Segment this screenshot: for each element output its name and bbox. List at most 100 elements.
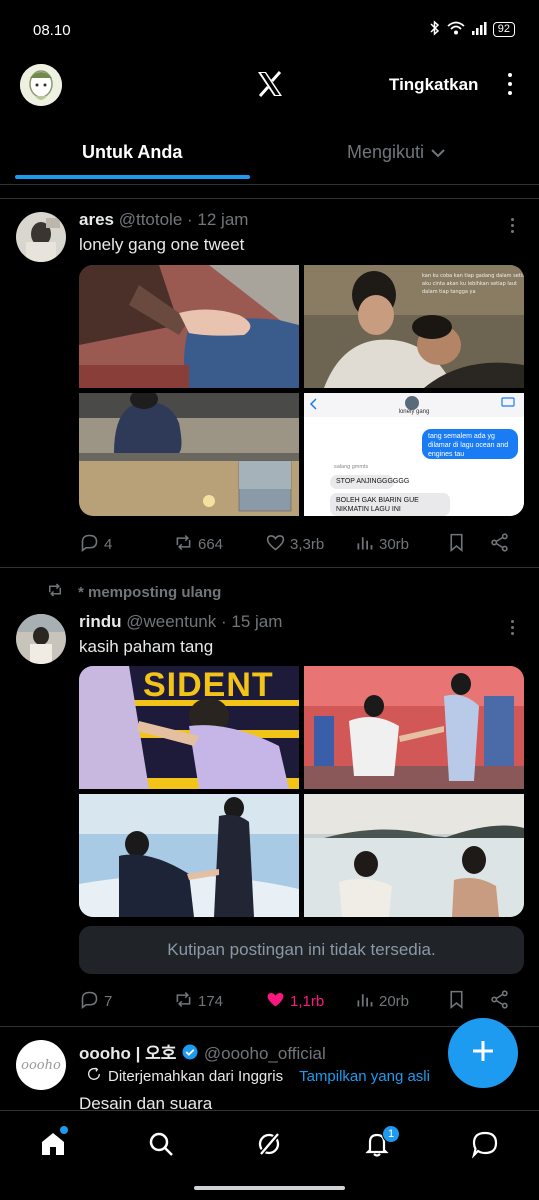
profile-avatar[interactable] xyxy=(20,64,62,106)
post-text: Desain dan suara xyxy=(79,1094,213,1110)
like-count: 3,3rb xyxy=(290,536,325,553)
status-bar: 08.10 92 xyxy=(0,0,539,60)
tab-for-you[interactable]: Untuk Anda xyxy=(82,142,182,163)
translate-icon xyxy=(86,1066,102,1086)
repost-button[interactable]: 664 xyxy=(173,532,223,557)
x-logo-icon xyxy=(254,68,286,100)
media-image[interactable] xyxy=(79,393,299,516)
media-image[interactable] xyxy=(304,794,524,917)
reply-icon xyxy=(79,532,100,557)
translated-label: Diterjemahkan dari Inggris xyxy=(108,1067,284,1085)
nav-grok[interactable] xyxy=(254,1129,284,1159)
tab-following[interactable]: Mengikuti xyxy=(347,142,446,163)
chat-contact-name: lonely gang xyxy=(398,409,430,415)
translation-row: Diterjemahkan dari Inggris Tampilkan yan… xyxy=(86,1066,430,1086)
svg-text:aku cinta akan ku lebihkan set: aku cinta akan ku lebihkan setiap laut xyxy=(422,281,517,287)
divider xyxy=(0,184,539,185)
system-home-indicator[interactable] xyxy=(194,1186,345,1190)
status-time: 08.10 xyxy=(33,22,71,39)
post-actions: 7 174 1,1rb 20rb xyxy=(79,989,519,1013)
avatar[interactable]: oooho xyxy=(16,1040,66,1090)
nav-messages[interactable] xyxy=(470,1129,500,1159)
user-handle[interactable]: @weentunk xyxy=(126,612,216,631)
post-more-icon[interactable] xyxy=(511,620,515,635)
user-handle[interactable]: @ttotole xyxy=(119,210,183,229)
views-button[interactable]: 30rb xyxy=(354,532,409,557)
bluetooth-icon xyxy=(429,20,441,39)
media-image[interactable] xyxy=(79,794,299,917)
share-button[interactable] xyxy=(489,989,510,1014)
nav-home[interactable] xyxy=(38,1126,68,1159)
chat-incoming-message: BOLEH GAK BIARIN GUE NIKMATIN LAGU INI xyxy=(336,497,419,513)
post-rindu[interactable]: * memposting ulang rindu @weentunk · 15 … xyxy=(0,568,539,1026)
repost-label[interactable]: * memposting ulang xyxy=(78,584,221,601)
reply-icon xyxy=(79,989,100,1014)
display-name[interactable]: oooho | 오호 xyxy=(79,1044,176,1063)
chat-sender-name: salang gmmts xyxy=(334,464,369,470)
media-grid: kan ku coba kan tiap gadang dalam setiap… xyxy=(79,265,524,516)
media-image[interactable] xyxy=(304,666,524,789)
post-more-icon[interactable] xyxy=(511,218,515,233)
repost-icon xyxy=(173,989,194,1014)
media-grid: SIDENT xyxy=(79,666,524,917)
post-ares[interactable]: ares @ttotole · 12 jam lonely gang one t… xyxy=(0,198,539,566)
views-chart-icon xyxy=(354,532,375,557)
media-image[interactable]: SIDENT xyxy=(79,666,299,789)
heart-filled-icon xyxy=(265,989,286,1014)
share-button[interactable] xyxy=(489,532,510,557)
display-name[interactable]: rindu xyxy=(79,612,122,631)
search-icon xyxy=(146,1132,176,1163)
repost-icon xyxy=(46,581,64,603)
repost-button[interactable]: 174 xyxy=(173,989,223,1014)
plus-icon xyxy=(470,1038,496,1069)
bookmark-button[interactable] xyxy=(446,989,467,1014)
post-text: kasih paham tang xyxy=(79,637,214,656)
post-header: rindu @weentunk · 15 jam xyxy=(79,612,282,632)
verified-badge-icon xyxy=(181,1043,199,1066)
post-time: · 15 jam xyxy=(221,612,283,631)
bookmark-button[interactable] xyxy=(446,532,467,557)
display-name[interactable]: ares xyxy=(79,210,114,229)
bell-icon xyxy=(362,1133,392,1163)
timeline-tabs: Untuk Anda Mengikuti xyxy=(0,128,539,180)
upgrade-button[interactable]: Tingkatkan xyxy=(389,75,478,95)
more-options-icon[interactable] xyxy=(503,70,517,98)
chat-bubble-icon xyxy=(470,1131,500,1163)
quote-unavailable-notice: Kutipan postingan ini tidak tersedia. xyxy=(79,926,524,974)
repost-icon xyxy=(173,532,194,557)
signal-icon xyxy=(471,21,487,38)
repost-count: 174 xyxy=(198,993,224,1010)
nav-notifications[interactable]: 1 xyxy=(362,1125,400,1159)
status-icons: 92 xyxy=(429,20,515,39)
post-header: ares @ttotole · 12 jam xyxy=(79,210,248,230)
views-chart-icon xyxy=(354,989,375,1014)
unread-dot xyxy=(60,1126,68,1134)
media-image[interactable]: kan ku coba kan tiap gadang dalam setiap… xyxy=(304,265,524,388)
chat-incoming-message: STOP ANJINGGGGGG xyxy=(336,478,410,485)
battery-indicator: 92 xyxy=(492,22,515,37)
views-button[interactable]: 20rb xyxy=(354,989,409,1014)
bookmark-icon xyxy=(446,532,467,557)
avatar[interactable] xyxy=(16,212,66,262)
avatar[interactable] xyxy=(16,614,66,664)
reply-button[interactable]: 7 xyxy=(79,989,112,1014)
compose-post-button[interactable] xyxy=(448,1018,518,1088)
tab-active-indicator xyxy=(15,175,250,179)
share-icon xyxy=(489,989,510,1014)
show-original-link[interactable]: Tampilkan yang asli xyxy=(299,1068,430,1085)
nav-search[interactable] xyxy=(146,1129,176,1159)
svg-text:kan ku coba kan tiap gadang da: kan ku coba kan tiap gadang dalam setiap xyxy=(422,273,524,279)
views-count: 20rb xyxy=(379,993,410,1010)
user-handle[interactable]: @oooho_official xyxy=(204,1044,326,1063)
reply-count: 7 xyxy=(104,993,113,1010)
reply-button[interactable]: 4 xyxy=(79,532,112,557)
wifi-icon xyxy=(447,21,465,38)
repost-count: 664 xyxy=(198,536,224,553)
like-button[interactable]: 1,1rb xyxy=(265,989,324,1014)
media-image[interactable] xyxy=(79,265,299,388)
post-actions: 4 664 3,3rb 30rb xyxy=(79,532,519,556)
like-button[interactable]: 3,3rb xyxy=(265,532,324,557)
avatar-text: oooho xyxy=(21,1057,61,1073)
share-icon xyxy=(489,532,510,557)
chat-screenshot[interactable]: lonely gang tang semalem ada yg dilamar … xyxy=(304,393,524,516)
